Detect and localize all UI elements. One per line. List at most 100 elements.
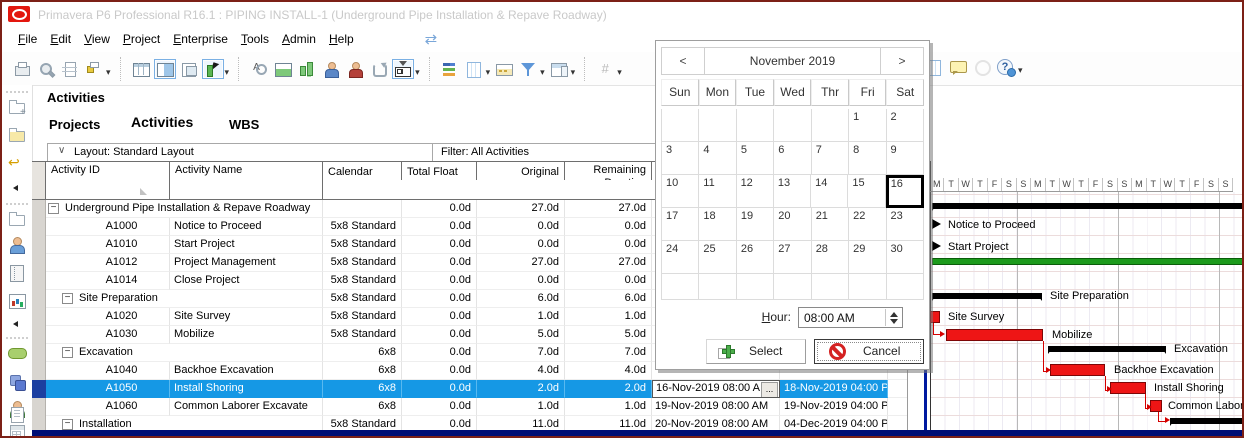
back-icon[interactable]: ↩ xyxy=(8,155,26,171)
calendar-cell[interactable]: 6x8 xyxy=(323,344,402,362)
open-project-icon[interactable] xyxy=(8,127,26,143)
orig-dur-cell[interactable]: 6.0d xyxy=(477,290,565,308)
day-cell[interactable]: 7 xyxy=(812,142,849,175)
bottom-layout-icon[interactable] xyxy=(495,61,513,77)
gantt-view-icon[interactable] xyxy=(156,61,174,77)
day-cell[interactable]: 9 xyxy=(887,142,924,175)
rem-dur-cell[interactable]: 0.0d xyxy=(565,218,652,236)
add-activity-icon[interactable] xyxy=(274,61,292,77)
activity-name-cell[interactable]: Notice to Proceed xyxy=(170,218,323,236)
layout-window-icon[interactable] xyxy=(550,61,568,77)
milestone-icon[interactable] xyxy=(394,61,412,77)
number-dropdown-icon[interactable]: ▾ xyxy=(617,67,622,78)
rem-dur-cell[interactable]: 0.0d xyxy=(565,236,652,254)
activity-name-cell[interactable]: Install Shoring xyxy=(170,380,323,398)
activity-name-cell[interactable]: Start Project xyxy=(170,236,323,254)
finish-cell[interactable]: 19-Nov-2019 04:00 PM xyxy=(780,398,888,416)
activity-id-cell[interactable]: A1030 xyxy=(46,326,170,344)
menu-tools[interactable]: Tools xyxy=(241,32,269,46)
total-float-cell[interactable]: 0.0d xyxy=(402,308,477,326)
bars-icon[interactable] xyxy=(441,61,459,77)
orig-dur-cell[interactable]: 0.0d xyxy=(477,218,565,236)
finish-cell[interactable]: 18-Nov-2019 04:00 PM xyxy=(780,380,888,398)
day-cell[interactable] xyxy=(661,109,699,142)
calendar-cell[interactable]: 5x8 Standard xyxy=(323,326,402,344)
print-dropdown-icon[interactable]: ▾ xyxy=(106,67,111,78)
hour-input[interactable]: 08:00 AM xyxy=(798,307,903,328)
orig-dur-cell[interactable]: 4.0d xyxy=(477,362,565,380)
tab-projects[interactable]: Projects xyxy=(49,117,100,132)
orig-dur-cell[interactable]: 27.0d xyxy=(477,200,565,218)
tools-dropdown-icon[interactable]: ▾ xyxy=(415,67,420,78)
day-cell-selected[interactable]: 16 xyxy=(886,175,924,208)
summary-bar-project[interactable] xyxy=(932,203,1244,209)
day-cell[interactable]: 19 xyxy=(737,208,774,241)
day-cell[interactable]: 22 xyxy=(849,208,886,241)
collapse-left-icon[interactable] xyxy=(13,185,18,191)
menu-view[interactable]: View xyxy=(84,32,110,46)
summary-bar-site-preparation[interactable] xyxy=(932,293,1042,299)
activity-name-cell[interactable]: Common Laborer Excavate xyxy=(170,398,323,416)
rem-dur-cell[interactable]: 1.0d xyxy=(565,398,652,416)
milestone-notice-to-proceed[interactable] xyxy=(932,219,941,229)
total-float-cell[interactable]: 0.0d xyxy=(402,380,477,398)
next-month-button[interactable]: > xyxy=(880,47,924,75)
col-remaining-duration[interactable]: Remaining Duration xyxy=(565,162,652,180)
filter-icon[interactable] xyxy=(519,61,537,77)
hour-spinner[interactable] xyxy=(885,309,901,326)
day-cell[interactable]: 2 xyxy=(887,109,924,142)
total-float-cell[interactable]: 0.0d xyxy=(402,326,477,344)
orig-dur-cell[interactable]: 0.0d xyxy=(477,272,565,290)
col-original-duration[interactable]: Original Duration xyxy=(477,162,565,180)
new-project-icon[interactable]: + xyxy=(8,99,26,115)
rem-dur-cell[interactable]: 27.0d xyxy=(565,254,652,272)
tab-wbs[interactable]: WBS xyxy=(229,117,259,132)
task-bar-install-shoring[interactable] xyxy=(1110,382,1146,394)
roles-icon[interactable] xyxy=(346,61,364,77)
collapse-left-icon[interactable] xyxy=(13,321,18,327)
activity-name-cell[interactable]: Site Survey xyxy=(170,308,323,326)
collapse-icon[interactable]: − xyxy=(62,347,73,358)
menu-help[interactable]: Help xyxy=(329,32,354,46)
document-icon[interactable] xyxy=(8,407,26,423)
comment-icon[interactable] xyxy=(949,59,967,75)
day-cell[interactable]: 18 xyxy=(699,208,736,241)
select-tool-icon[interactable] xyxy=(204,61,222,77)
activity-name-cell[interactable]: Close Project xyxy=(170,272,323,290)
day-cell[interactable]: 4 xyxy=(699,142,736,175)
total-float-cell[interactable]: 0.0d xyxy=(402,290,477,308)
group-view-icon[interactable] xyxy=(180,61,198,77)
day-cell[interactable]: 24 xyxy=(661,241,699,274)
activity-name-cell[interactable]: Project Management xyxy=(170,254,323,272)
orig-dur-cell[interactable]: 0.0d xyxy=(477,236,565,254)
day-cell[interactable]: 28 xyxy=(812,241,849,274)
calendar-cell[interactable]: 5x8 Standard xyxy=(323,236,402,254)
total-float-cell[interactable]: 0.0d xyxy=(402,254,477,272)
rem-dur-cell[interactable]: 5.0d xyxy=(565,326,652,344)
orig-dur-cell[interactable]: 7.0d xyxy=(477,344,565,362)
projects-icon[interactable] xyxy=(8,211,26,227)
task-bar-site-survey[interactable] xyxy=(930,311,940,323)
orig-dur-cell[interactable]: 1.0d xyxy=(477,308,565,326)
collapse-icon[interactable]: − xyxy=(62,419,73,430)
print-preview-icon[interactable] xyxy=(37,61,55,77)
page-setup-icon[interactable] xyxy=(61,61,79,77)
collapse-icon[interactable]: − xyxy=(62,293,73,304)
activity-id-cell[interactable]: A1040 xyxy=(46,362,170,380)
day-cell[interactable]: 11 xyxy=(699,175,736,208)
chevron-down-icon[interactable]: ∨ xyxy=(58,145,65,156)
view-dropdown-icon[interactable]: ▾ xyxy=(225,67,230,78)
menu-enterprise[interactable]: Enterprise xyxy=(173,32,228,46)
orig-dur-cell[interactable]: 2.0d xyxy=(477,380,565,398)
day-cell[interactable]: 1 xyxy=(849,109,886,142)
table-view-icon[interactable] xyxy=(132,61,150,77)
calculator-icon[interactable] xyxy=(8,425,26,438)
task-bar-backhoe-excavation[interactable] xyxy=(1050,364,1105,376)
obs-icon[interactable] xyxy=(8,265,26,281)
total-float-cell[interactable]: 0.0d xyxy=(402,344,477,362)
activity-id-cell[interactable]: A1010 xyxy=(46,236,170,254)
filter-dropdown-icon[interactable]: ▾ xyxy=(540,67,545,78)
columns-icon[interactable] xyxy=(465,61,483,77)
col-total-float[interactable]: Total Float xyxy=(402,162,477,180)
activity-name-cell[interactable]: Mobilize xyxy=(170,326,323,344)
